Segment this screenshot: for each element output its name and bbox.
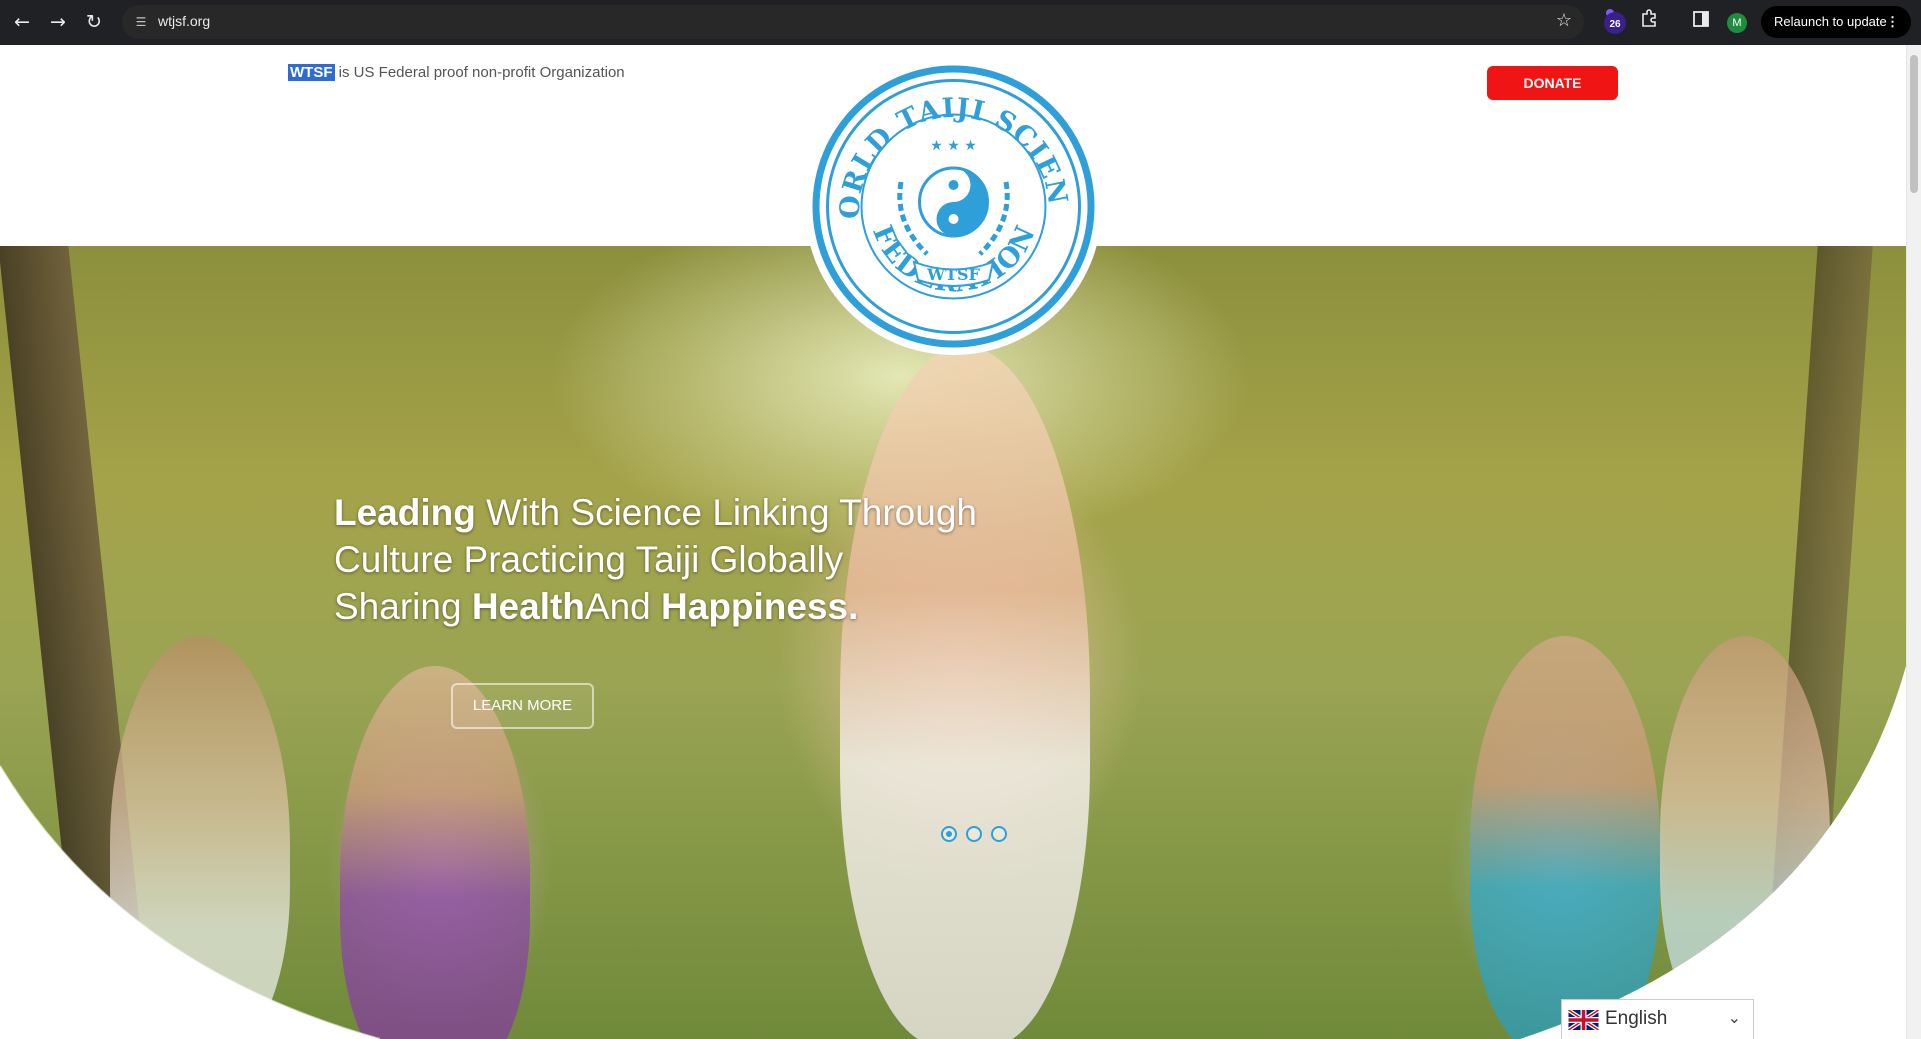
headline-text: With Science Linking Through xyxy=(475,492,977,533)
forward-arrow-icon[interactable]: → xyxy=(44,8,72,36)
headline-line-1: Leading With Science Linking Through xyxy=(334,489,1054,536)
uk-flag-icon xyxy=(1568,1010,1599,1030)
slider-dot-2[interactable] xyxy=(966,826,982,842)
reload-icon[interactable]: ↻ xyxy=(80,8,108,36)
person-far-left-figure xyxy=(110,636,290,1039)
org-note: WTSF is US Federal proof non-profit Orga… xyxy=(288,64,625,81)
language-selector[interactable]: English ⌄ xyxy=(1561,999,1754,1039)
hero-headline: Leading With Science Linking Through Cul… xyxy=(334,489,1054,630)
relaunch-button[interactable]: Relaunch to update ⋮ xyxy=(1761,6,1911,38)
relaunch-label: Relaunch to update xyxy=(1774,14,1887,29)
headline-bold-happiness: Happiness. xyxy=(661,586,859,627)
logo-banner-text: WTSF xyxy=(926,265,980,284)
hero-slider: Leading With Science Linking Through Cul… xyxy=(0,246,1906,1039)
side-panel-icon[interactable] xyxy=(1688,9,1714,35)
url-text[interactable]: wtjsf.org xyxy=(158,13,210,29)
scrollbar-thumb[interactable] xyxy=(1910,55,1918,193)
person-center-figure xyxy=(840,346,1090,1039)
page-viewport: WTSF is US Federal proof non-profit Orga… xyxy=(0,45,1921,1039)
profile-avatar[interactable]: M xyxy=(1727,13,1747,33)
site-info-icon[interactable]: ☰ xyxy=(131,12,151,32)
donate-button[interactable]: DONATE xyxy=(1487,66,1618,100)
slider-dot-1[interactable] xyxy=(941,826,957,842)
headline-text: Sharing xyxy=(334,586,472,627)
slider-dot-3[interactable] xyxy=(991,826,1007,842)
person-far-right-figure xyxy=(1660,636,1830,1036)
learn-more-button[interactable]: LEARN MORE xyxy=(451,683,594,729)
address-bar[interactable]: ☰ wtjsf.org ☆ xyxy=(122,5,1584,39)
headline-text: And xyxy=(584,586,662,627)
chevron-down-icon: ⌄ xyxy=(1727,1010,1741,1027)
org-note-text: is US Federal proof non-profit Organizat… xyxy=(334,64,625,81)
headline-bold-health: Health xyxy=(471,586,585,627)
extensions-puzzle-icon[interactable] xyxy=(1636,9,1662,35)
wtsf-logo[interactable]: WORLD TAIJI SCIENCE FEDERATION ★ ★ ★ WTS… xyxy=(792,45,1098,351)
person-right-figure xyxy=(1470,636,1660,1039)
browser-toolbar: ← → ↻ ☰ wtjsf.org ☆ 26 M Relaunch to upd… xyxy=(0,0,1921,45)
headline-line-3: Sharing HealthAnd Happiness. xyxy=(334,583,1054,630)
extension-badge[interactable]: 26 xyxy=(1604,12,1626,34)
org-abbr-highlight: WTSF xyxy=(288,64,335,81)
back-arrow-icon[interactable]: ← xyxy=(8,8,36,36)
svg-text:★ ★ ★: ★ ★ ★ xyxy=(930,138,977,154)
menu-dots-icon[interactable]: ⋮ xyxy=(1886,6,1899,38)
headline-line-2: Culture Practicing Taiji Globally xyxy=(334,539,844,580)
language-label: English xyxy=(1605,1008,1668,1029)
bookmark-star-icon[interactable]: ☆ xyxy=(1556,10,1572,31)
page-scrollbar[interactable] xyxy=(1906,45,1921,1039)
headline-bold-leading: Leading xyxy=(334,492,476,533)
